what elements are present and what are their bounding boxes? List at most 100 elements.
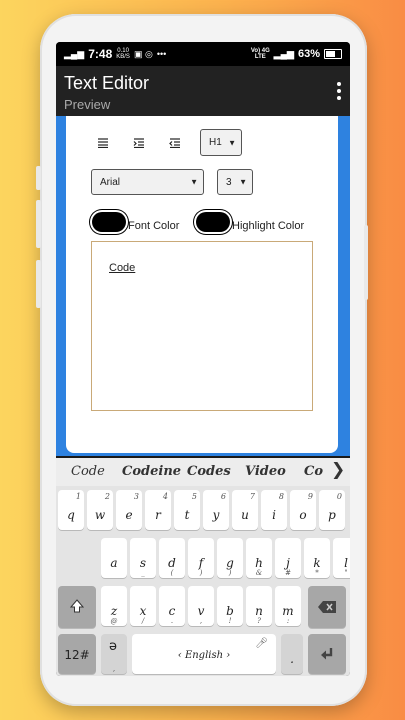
key-h[interactable]: & h — [246, 538, 272, 578]
key-g[interactable]: ) g — [217, 538, 243, 578]
dropdown-arrow-icon: ▼ — [239, 177, 247, 187]
status-bar: ▂▄▆ 7:48 0.10 KB/S ▣ ◎ ••• Vo) 4G LTE ▂▄… — [56, 42, 350, 66]
key-label: g — [226, 556, 234, 570]
dropdown-arrow-icon: ▼ — [228, 138, 236, 147]
key-w[interactable]: 2w — [87, 490, 113, 530]
highlight-color-picker[interactable] — [196, 212, 230, 232]
font-color-picker[interactable] — [92, 212, 126, 232]
key-d[interactable]: (d — [159, 538, 185, 578]
font-size-select[interactable]: 3 ▼ — [217, 169, 253, 195]
overflow-menu-icon[interactable] — [336, 82, 342, 100]
key-a[interactable]: a — [101, 538, 127, 578]
key-p[interactable]: 0p — [319, 490, 345, 530]
key-label: c — [168, 604, 176, 618]
font-family-select[interactable]: Arial ▼ — [91, 169, 204, 195]
key-b[interactable]: ! b — [217, 586, 243, 626]
key-label: e — [125, 508, 133, 522]
key-e[interactable]: 3e — [116, 490, 142, 530]
chevron-right-icon[interactable]: ❯ — [331, 460, 345, 480]
key-s[interactable]: _ s — [130, 538, 156, 578]
key-k[interactable]: * k — [304, 538, 330, 578]
key-secondary: 3 — [133, 492, 139, 501]
font-color-label: Font Color — [128, 220, 180, 232]
suggestion-item[interactable]: Codes — [187, 464, 231, 479]
battery-percent: 63% — [297, 48, 320, 60]
shift-key[interactable] — [58, 586, 96, 628]
align-justify-icon[interactable] — [92, 132, 114, 154]
suggestion-item[interactable]: Code — [71, 464, 105, 479]
key-secondary: : — [286, 617, 290, 625]
key-m[interactable]: :m — [275, 586, 301, 626]
key-label: h — [255, 556, 263, 570]
key-secondary: 8 — [278, 492, 284, 501]
key-f[interactable]: ) f — [188, 538, 214, 578]
phone-side-button — [36, 200, 41, 248]
key-z[interactable]: @ z — [101, 586, 127, 626]
status-time: 7:48 — [88, 47, 113, 61]
key-y[interactable]: 6y — [203, 490, 229, 530]
suggestion-item[interactable]: Video — [245, 464, 286, 479]
key-u[interactable]: 7u — [232, 490, 258, 530]
key-secondary: 7 — [249, 492, 255, 501]
key-q[interactable]: 1q — [58, 490, 84, 530]
key-secondary: ( — [170, 569, 174, 577]
key-secondary: 1 — [75, 492, 81, 501]
content-area: H1 ▼ Arial ▼ 3 ▼ Font Color Highlight Co… — [56, 116, 350, 456]
key-label: s — [139, 556, 147, 570]
key-j[interactable]: # j — [275, 538, 301, 578]
key-label: x — [139, 604, 147, 618]
key-secondary: ) — [199, 569, 203, 577]
key-secondary: 9 — [307, 492, 313, 501]
key-secondary: ? — [257, 617, 261, 625]
space-bar[interactable]: ‹ English › 🎤︎ — [132, 634, 276, 674]
key-v[interactable]: ,v — [188, 586, 214, 626]
key-secondary: 6 — [220, 492, 226, 501]
key-secondary: , — [199, 617, 203, 625]
key-label: y — [212, 508, 220, 522]
key-o[interactable]: 9o — [290, 490, 316, 530]
outdent-icon[interactable] — [164, 132, 186, 154]
key-secondary: @ — [110, 617, 118, 625]
key-t[interactable]: 5t — [174, 490, 200, 530]
enter-key[interactable] — [308, 634, 346, 674]
heading-select[interactable]: H1 ▼ — [200, 129, 242, 156]
enter-icon — [321, 648, 333, 660]
key-label: d — [168, 556, 176, 570]
key-secondary: ! — [228, 617, 232, 625]
key-c[interactable]: .c — [159, 586, 185, 626]
suggestion-item[interactable]: Co — [304, 464, 323, 479]
key-n[interactable]: ? n — [246, 586, 272, 626]
key-secondary: 0 — [336, 492, 342, 501]
key-label: b — [226, 604, 234, 618]
key-label: m — [282, 604, 294, 618]
key-secondary: 2 — [104, 492, 110, 501]
backspace-icon — [318, 601, 336, 613]
suggestion-item[interactable]: Codeine — [122, 464, 181, 479]
key-secondary: ) — [228, 569, 232, 577]
backspace-key[interactable] — [308, 586, 346, 628]
phone-side-button — [36, 166, 41, 190]
key-label: r — [155, 508, 161, 522]
app-subtitle: Preview — [64, 97, 111, 112]
soft-keyboard: Code Codeine Codes Video Co ❯ 1q2w3e4r5t… — [56, 458, 350, 676]
highlight-color-label: Highlight Color — [232, 220, 305, 232]
key-secondary: / — [141, 617, 145, 625]
key-l[interactable]: " l — [333, 538, 350, 578]
editor-textarea[interactable]: Code — [91, 241, 313, 411]
symbols-key[interactable]: 12# — [58, 634, 96, 674]
key-label: o — [299, 508, 307, 522]
key-secondary: 4 — [162, 492, 168, 501]
period-key[interactable]: . — [281, 634, 303, 674]
language-mic-key[interactable]: ə , — [101, 634, 127, 674]
space-language: English — [184, 650, 224, 661]
indent-icon[interactable] — [128, 132, 150, 154]
key-label: l — [344, 556, 348, 570]
key-label: n — [255, 604, 263, 618]
network-sub: LTE — [254, 54, 266, 60]
key-secondary: * — [315, 569, 319, 577]
shift-icon — [70, 599, 84, 613]
key-r[interactable]: 4r — [145, 490, 171, 530]
key-secondary: _ — [141, 569, 145, 577]
key-x[interactable]: / x — [130, 586, 156, 626]
key-i[interactable]: 8i — [261, 490, 287, 530]
